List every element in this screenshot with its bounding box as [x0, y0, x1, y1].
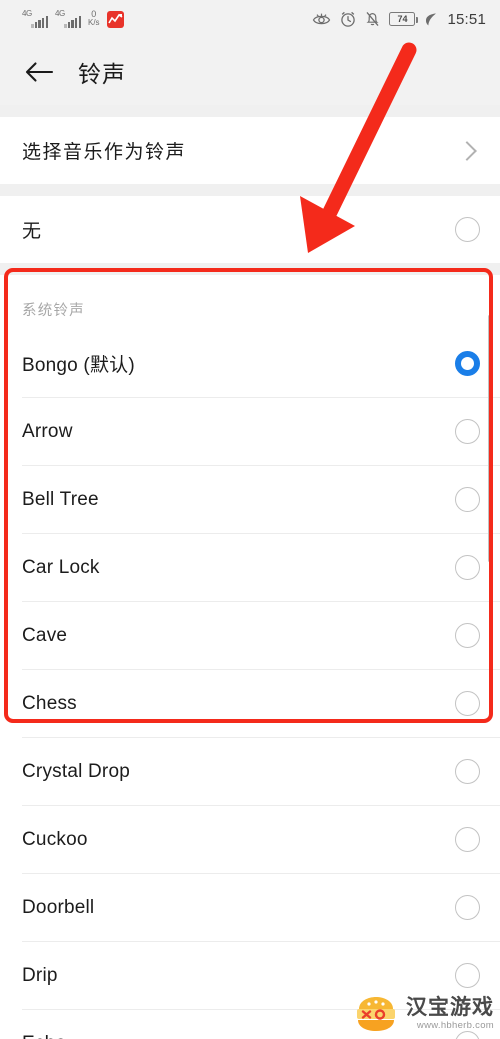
radio-unselected[interactable] [455, 759, 480, 784]
radio-unselected[interactable] [455, 963, 480, 988]
page-title: 铃声 [78, 60, 126, 87]
system-ringtones-title: 系统铃声 [0, 275, 500, 330]
radio-unselected[interactable] [455, 419, 480, 444]
ringtone-label: Cave [22, 624, 68, 646]
pick-music-label: 选择音乐作为铃声 [22, 142, 187, 163]
sim2-network-label: 4G [55, 9, 65, 18]
radio-unselected[interactable] [455, 827, 480, 852]
ringtone-row[interactable]: Doorbell [0, 874, 500, 941]
ringtone-row[interactable]: Bell Tree [0, 466, 500, 533]
ringtone-row[interactable]: Arrow [0, 398, 500, 465]
watermark-name: 汉宝游戏 [406, 996, 494, 1020]
section-gap [0, 263, 500, 275]
ringtone-label: Drip [22, 964, 58, 986]
app-bar: 铃声 [0, 38, 500, 105]
ringtone-label: Echo [22, 1033, 455, 1039]
phone-screen: 4G 4G 0 K/s 74 15:51 铃声 选择音乐作为铃声 无 系统铃声 … [0, 0, 500, 1039]
alarm-clock-icon [341, 11, 356, 27]
status-bar-left: 4G 4G 0 K/s [22, 9, 124, 28]
eye-comfort-icon [313, 13, 331, 24]
watermark-url: www.hbherb.com [416, 1020, 494, 1032]
row-none[interactable]: 无 [0, 196, 500, 263]
ringtone-row[interactable]: Car Lock [0, 534, 500, 601]
ringtone-label: Chess [22, 692, 77, 714]
none-section: 无 [0, 196, 500, 263]
vertical-scrollbar[interactable] [487, 315, 491, 562]
ringtone-label: Arrow [22, 420, 73, 442]
ringtone-label: Doorbell [22, 896, 95, 918]
status-bar: 4G 4G 0 K/s 74 15:51 [0, 0, 500, 38]
ringtone-label: Cuckoo [22, 828, 88, 850]
burger-logo-icon [357, 997, 395, 1031]
ringtone-label: Crystal Drop [22, 760, 130, 782]
ringtone-label: Bongo (默认) [22, 355, 135, 376]
radio-selected[interactable] [455, 351, 480, 376]
ringtone-row[interactable]: Bongo (默认) [0, 330, 500, 397]
ringtone-row[interactable]: Crystal Drop [0, 738, 500, 805]
back-button[interactable] [22, 55, 56, 89]
bell-muted-icon [366, 11, 379, 27]
battery-icon: 74 [389, 12, 419, 26]
sim1-network-label: 4G [22, 9, 32, 18]
status-bar-right: 74 15:51 [312, 11, 486, 28]
signal-bars-icon: 4G [22, 9, 48, 28]
ringtone-row[interactable]: Cave [0, 602, 500, 669]
power-saving-leaf-icon [426, 13, 437, 25]
section-gap [0, 184, 500, 196]
ringtone-label: Car Lock [22, 556, 100, 578]
pick-music-section: 选择音乐作为铃声 [0, 117, 500, 184]
stock-app-icon [106, 11, 124, 28]
network-speed-icon: 0 K/s [88, 10, 100, 27]
radio-unselected[interactable] [455, 691, 480, 716]
radio-unselected[interactable] [455, 623, 480, 648]
radio-unselected[interactable] [455, 487, 480, 512]
row-pick-music-as-ringtone[interactable]: 选择音乐作为铃声 [0, 117, 500, 184]
radio-unselected[interactable] [455, 895, 480, 920]
none-label: 无 [22, 221, 43, 242]
ringtone-row[interactable]: Chess [0, 670, 500, 737]
ringtone-row[interactable]: Cuckoo [0, 806, 500, 873]
battery-level: 74 [397, 13, 408, 24]
signal-bars-icon: 4G [55, 9, 81, 28]
system-ringtones-section: 系统铃声 Bongo (默认) Arrow Bell Tree Car Lock Cav… [0, 275, 500, 1039]
chevron-right-icon [457, 140, 477, 161]
watermark: 汉宝游戏 www.hbherb.com [353, 995, 494, 1033]
ringtone-list: Bongo (默认) Arrow Bell Tree Car Lock Cave Ches… [0, 330, 500, 1039]
status-bar-clock: 15:51 [447, 10, 486, 28]
section-gap [0, 105, 500, 117]
radio-none[interactable] [455, 217, 480, 242]
back-arrow-icon [25, 61, 54, 82]
radio-unselected[interactable] [455, 555, 480, 580]
ringtone-label: Bell Tree [22, 488, 99, 510]
net-speed-unit: K/s [88, 18, 100, 27]
